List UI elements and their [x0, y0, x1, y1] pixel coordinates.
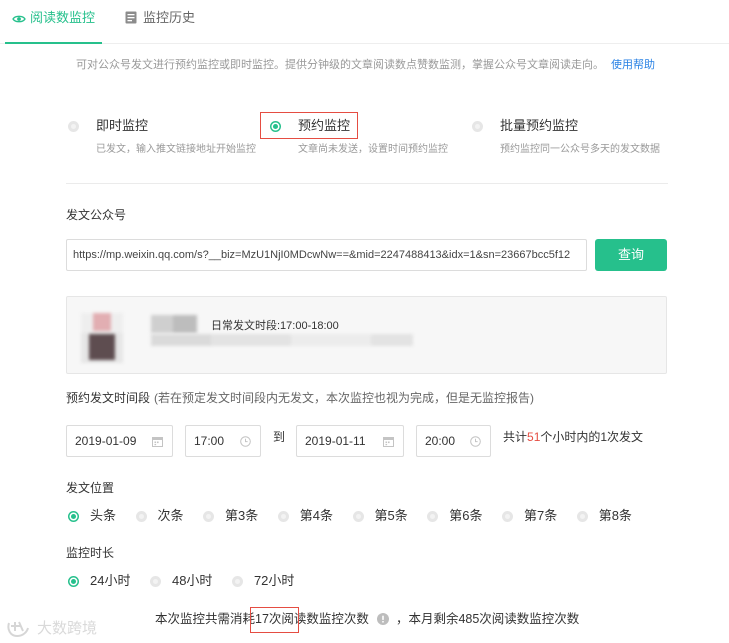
calendar-icon: [383, 437, 394, 447]
schedule-label: 预约发文时间段: [66, 391, 151, 405]
radio-button[interactable]: [68, 510, 79, 522]
cost-summary: 本次监控共需消耗17次阅 读数监控次数 ，本月剩余485次阅读数监控次数: [155, 607, 580, 633]
option-label: 第7条: [523, 508, 558, 523]
option-label: 第5条: [374, 508, 408, 523]
option-label: 第4条: [299, 508, 333, 523]
date-range-separator: 到: [273, 430, 286, 444]
radio-button[interactable]: [68, 575, 79, 587]
account-label: 发文公众号: [66, 208, 127, 222]
schedule-label-row: 预约发文时间段 (若在预定发文时间段内无发文，本次监控也视为完成，但是无监控报告): [66, 390, 534, 406]
mode-option-instant[interactable]: 即时监控 已发文，输入推文链接地址开始监控: [68, 112, 268, 162]
clock-icon: [240, 436, 251, 447]
summary-hours: 51: [527, 430, 541, 444]
summary-prefix: 共计: [503, 430, 528, 444]
remaining-quota: ，本月剩余485次阅读数监控次数: [395, 612, 580, 626]
position-option[interactable]: 次条: [135, 508, 184, 524]
duration-radio-group: 24小时 48小时 72小时: [68, 573, 294, 589]
summary-suffix: 个小时内的1次发文: [540, 430, 644, 444]
duration-option[interactable]: 72小时: [231, 573, 295, 589]
option-label: 24小时: [90, 573, 131, 588]
tab-active-underline: [5, 42, 102, 44]
cost-suffix: 读数监控次数: [293, 612, 369, 626]
option-label: 次条: [157, 508, 184, 523]
mode-description: 文章尚未发送，设置时间预约监控: [298, 144, 448, 155]
tab-label: 阅读数监控: [30, 10, 96, 25]
position-option[interactable]: 第4条: [277, 508, 333, 524]
calendar-icon: [125, 11, 137, 27]
brand-logo-icon: [7, 621, 29, 638]
end-time-input[interactable]: [425, 426, 473, 456]
radio-button[interactable]: [277, 510, 289, 522]
cost-prefix: 本次监控共需消耗: [155, 612, 256, 626]
end-date-input[interactable]: [305, 426, 385, 456]
radio-button[interactable]: [68, 121, 79, 132]
radio-button[interactable]: [472, 121, 483, 132]
end-date-picker[interactable]: [296, 425, 404, 457]
position-label: 发文位置: [66, 481, 115, 495]
posting-window: 日常发文时段:17:00-18:00: [211, 320, 339, 332]
schedule-summary: 共计51个小时内的1次发文: [503, 429, 643, 445]
query-button[interactable]: 查询: [595, 239, 667, 271]
position-option[interactable]: 第3条: [203, 508, 258, 524]
radio-button[interactable]: [501, 510, 513, 522]
end-time-picker[interactable]: [416, 425, 491, 457]
position-option[interactable]: 第8条: [576, 508, 632, 524]
mode-option-batch-scheduled[interactable]: 批量预约监控 预约监控同一公众号多天的发文数据: [472, 112, 672, 162]
option-label: 第3条: [225, 508, 259, 523]
blurred-avatar: [81, 313, 123, 363]
cost-highlight: 17次阅: [250, 607, 299, 633]
blurred-account-name: [151, 315, 197, 333]
section-divider: [66, 183, 668, 184]
option-label: 72小时: [253, 573, 295, 588]
highlight-box: [250, 607, 299, 633]
tab-bar: 阅读数监控 监控历史: [0, 0, 729, 44]
duration-option[interactable]: 48小时: [149, 573, 213, 589]
option-label: 第8条: [598, 508, 632, 523]
highlight-box: [260, 112, 358, 139]
mode-label: 即时监控: [96, 118, 149, 133]
start-time-picker[interactable]: [185, 425, 261, 457]
start-date-picker[interactable]: [66, 425, 173, 457]
account-info-card: 日常发文时段:17:00-18:00: [66, 296, 667, 374]
radio-button[interactable]: [149, 575, 161, 587]
article-url-input[interactable]: [66, 239, 587, 271]
radio-button[interactable]: [427, 510, 439, 522]
intro-description: 可对公众号发文进行预约监控或即时监控。提供分钟级的文章阅读数点赞数监测，掌握公众…: [76, 57, 655, 73]
start-time-input[interactable]: [194, 426, 242, 456]
schedule-note: (若在预定发文时间段内无发文，本次监控也视为完成，但是无监控报告): [154, 391, 535, 405]
start-date-input[interactable]: [75, 426, 155, 456]
watermark: 大数跨境: [6, 619, 106, 639]
eye-icon: [12, 13, 26, 27]
mode-label: 批量预约监控: [500, 118, 579, 133]
radio-button[interactable]: [576, 510, 588, 522]
info-icon[interactable]: [376, 613, 389, 625]
position-option[interactable]: 第5条: [352, 508, 408, 524]
mode-description: 已发文，输入推文链接地址开始监控: [96, 144, 256, 155]
duration-label: 监控时长: [66, 546, 115, 560]
radio-button[interactable]: [231, 575, 243, 587]
position-option[interactable]: 第7条: [501, 508, 558, 524]
tab-monitor-history[interactable]: 监控历史: [120, 0, 205, 43]
position-option[interactable]: 第6条: [427, 508, 482, 524]
blurred-account-description: [151, 334, 413, 346]
position-option[interactable]: 头条: [68, 508, 116, 524]
mode-description: 预约监控同一公众号多天的发文数据: [500, 144, 660, 155]
tab-read-monitor[interactable]: 阅读数监控: [5, 0, 102, 44]
help-link[interactable]: 使用帮助: [611, 59, 655, 71]
watermark-text: 大数跨境: [37, 620, 98, 637]
radio-button[interactable]: [352, 510, 364, 522]
intro-text: 可对公众号发文进行预约监控或即时监控。提供分钟级的文章阅读数点赞数监测，掌握公众…: [76, 59, 604, 71]
option-label: 头条: [90, 508, 117, 523]
radio-button[interactable]: [135, 510, 147, 522]
clock-icon: [470, 436, 481, 447]
position-radio-group: 头条 次条 第3条 第4条 第5条 第6条 第7条 第8条: [68, 508, 632, 524]
option-label: 48小时: [171, 573, 213, 588]
duration-option[interactable]: 24小时: [68, 573, 130, 589]
option-label: 第6条: [449, 508, 483, 523]
calendar-icon: [152, 437, 163, 447]
radio-button[interactable]: [203, 510, 215, 522]
tab-label: 监控历史: [143, 10, 196, 25]
